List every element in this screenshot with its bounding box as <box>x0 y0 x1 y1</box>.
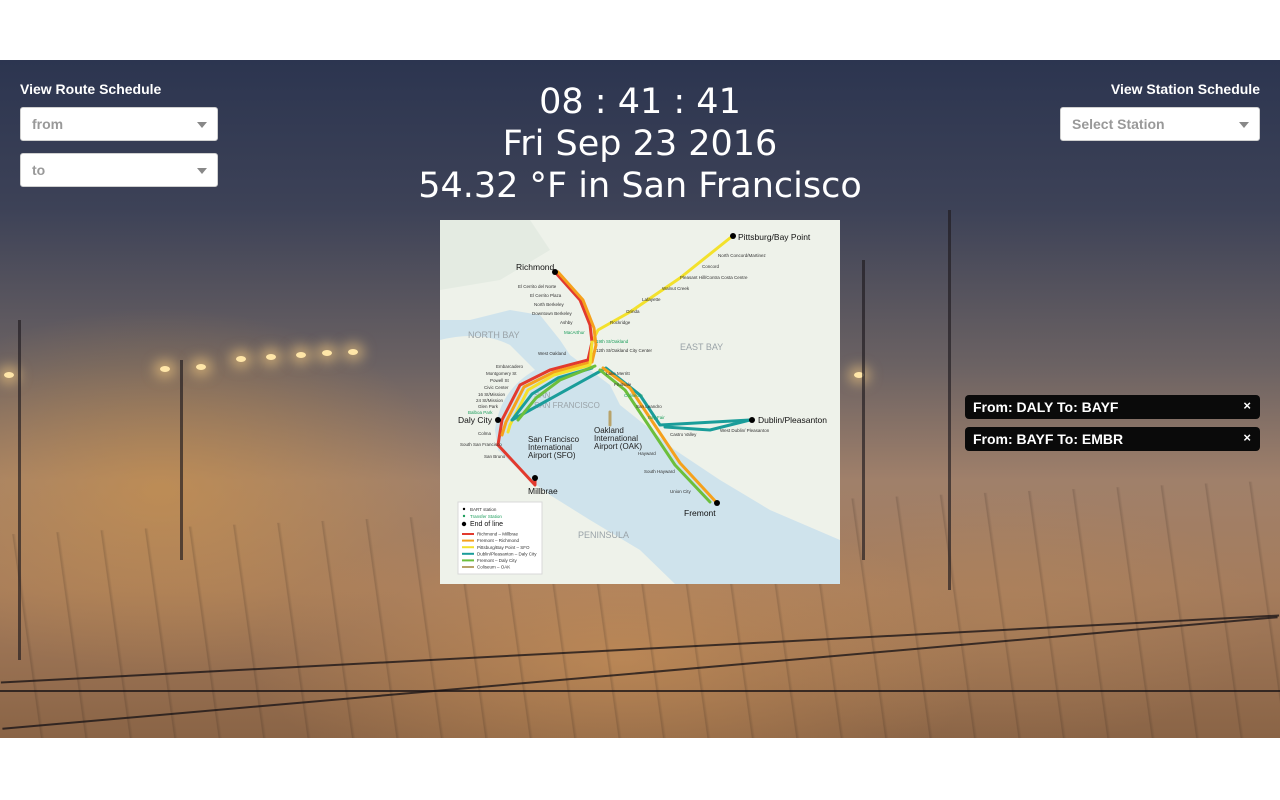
terminal-millbrae: Millbrae <box>528 486 558 496</box>
pole <box>180 360 183 560</box>
station-san-bruno: San Bruno <box>484 454 506 459</box>
station-macarthur: MacArthur <box>564 330 585 335</box>
lamp-light <box>266 354 276 360</box>
station-west-oakland: West Oakland <box>538 351 567 356</box>
station-schedule-title: View Station Schedule <box>1110 81 1260 97</box>
station-concord: Concord <box>702 264 720 269</box>
region-north-bay: NORTH BAY <box>468 330 520 340</box>
station-balboa: Balboa Park <box>468 410 493 415</box>
station-rockridge: Rockridge <box>610 320 631 325</box>
weather: 54.32 °F in San Francisco <box>418 166 862 206</box>
legend-line-label: Fremont – Richmond <box>477 538 520 543</box>
station-24th: 24 St/Mission <box>476 398 504 403</box>
station-fruitvale: Fruitvale <box>614 382 632 387</box>
station-south-hayward: South Hayward <box>644 469 675 474</box>
station-bay-fair: Bay Fair <box>648 415 665 420</box>
bart-map-svg: NORTH BAY EAST BAY SAN SAN FRANCISCO PEN… <box>440 220 840 584</box>
legend-line-label: Fremont – Daly City <box>477 558 518 563</box>
bart-map: NORTH BAY EAST BAY SAN SAN FRANCISCO PEN… <box>440 220 840 584</box>
station-orinda: Orinda <box>626 309 640 314</box>
route-schedule-title: View Route Schedule <box>20 81 162 97</box>
station-coliseum: Coliseum <box>624 393 643 398</box>
lamp-light <box>296 352 306 358</box>
saved-trip[interactable]: From: BAYF To: EMBR × <box>965 427 1260 451</box>
station-colma: Colma <box>478 431 492 436</box>
station-placeholder: Select Station <box>1072 116 1165 132</box>
lamp-light <box>348 349 358 355</box>
pole <box>18 320 21 660</box>
lamp-light <box>4 372 14 378</box>
terminal-daly-city: Daly City <box>458 415 493 425</box>
legend-line-label: Dublin/Pleasanton – Daly City <box>477 551 537 556</box>
legend-bart-station: BART station <box>470 507 497 512</box>
land <box>440 220 550 290</box>
clock: 08 : 41 : 41 <box>539 82 741 122</box>
line-pittsburg <box>590 236 732 344</box>
chevron-down-icon <box>197 168 207 174</box>
station-select[interactable]: Select Station <box>1060 107 1260 141</box>
legend-line-label: Richmond – Millbrae <box>477 532 519 537</box>
terminal-fremont: Fremont <box>684 508 716 518</box>
from-select[interactable]: from <box>20 107 218 141</box>
station-west-dublin: West Dublin/ Pleasanton <box>720 428 770 433</box>
station-pleasant-hill: Pleasant Hill/Contra Costa Centre <box>680 275 748 280</box>
station-north-concord: North Concord/Martinez <box>718 253 767 258</box>
terminal-dublin: Dublin/Pleasanton <box>758 415 827 425</box>
to-placeholder: to <box>32 162 46 178</box>
overhead-wire <box>0 690 1280 692</box>
close-icon[interactable]: × <box>1243 426 1251 450</box>
station-castro-valley: Castro Valley <box>670 432 697 437</box>
station-downtown-berkeley: Downtown Berkeley <box>532 311 573 316</box>
station-el-cerrito-del-norte: El Cerrito del Norte <box>518 284 557 289</box>
station-19th: 19th St/Oakland <box>596 339 629 344</box>
chevron-down-icon <box>1239 122 1249 128</box>
pole <box>862 260 865 560</box>
station-san-leandro: San Leandro <box>636 404 662 409</box>
airport-sfo-3: Airport (SFO) <box>528 451 576 460</box>
station-ssf: South San Francisco <box>460 442 502 447</box>
legend-end-of-line: End of line <box>470 521 503 528</box>
station-civic: Civic Center <box>484 385 509 390</box>
legend-line-label: Coliseum – OAK <box>477 565 510 570</box>
legend-line-label: Pittsburg/Bay Point – SFO <box>477 545 530 550</box>
to-select[interactable]: to <box>20 153 218 187</box>
station-lake-merritt: Lake Merritt <box>606 371 631 376</box>
app-background: View Route Schedule from to View Station… <box>0 60 1280 738</box>
station-el-cerrito-plaza: El Cerrito Plaza <box>530 293 562 298</box>
terminal-pittsburg: Pittsburg/Bay Point <box>738 232 811 242</box>
lamp-light <box>196 364 206 370</box>
station-powell: Powell St <box>490 378 510 383</box>
station-montgomery: Montgomery St <box>486 371 517 376</box>
saved-trip[interactable]: From: DALY To: BAYF × <box>965 395 1260 419</box>
station-lafayette: Lafayette <box>642 297 661 302</box>
station-walnut-creek: Walnut Creek <box>662 286 690 291</box>
map-legend: BART station Transfer Station End of lin… <box>457 501 543 575</box>
from-placeholder: from <box>32 116 64 132</box>
lamp-light <box>236 356 246 362</box>
station-16th: 16 St/Mission <box>478 392 506 397</box>
saved-trip-label: From: BAYF To: EMBR <box>973 431 1124 447</box>
station-ashby: Ashby <box>560 320 573 325</box>
station-union-city: Union City <box>670 489 692 494</box>
saved-trip-label: From: DALY To: BAYF <box>973 399 1119 415</box>
station-embarcadero: Embarcadero <box>496 364 524 369</box>
close-icon[interactable]: × <box>1243 394 1251 418</box>
station-hayward: Hayward <box>638 451 656 456</box>
legend-transfer-station: Transfer Station <box>470 514 502 519</box>
region-east-bay: EAST BAY <box>680 342 723 352</box>
lamp-light <box>160 366 170 372</box>
date: Fri Sep 23 2016 <box>502 124 778 164</box>
station-12th: 12th St/Oakland City Center <box>596 348 653 353</box>
chevron-down-icon <box>197 122 207 128</box>
lamp-light <box>322 350 332 356</box>
pole <box>948 210 951 590</box>
airport-oak-3: Airport (OAK) <box>594 442 642 451</box>
station-north-berkeley: North Berkeley <box>534 302 565 307</box>
region-peninsula: PENINSULA <box>578 530 629 540</box>
station-glen-park: Glen Park <box>478 404 499 409</box>
terminal-richmond: Richmond <box>516 262 555 272</box>
